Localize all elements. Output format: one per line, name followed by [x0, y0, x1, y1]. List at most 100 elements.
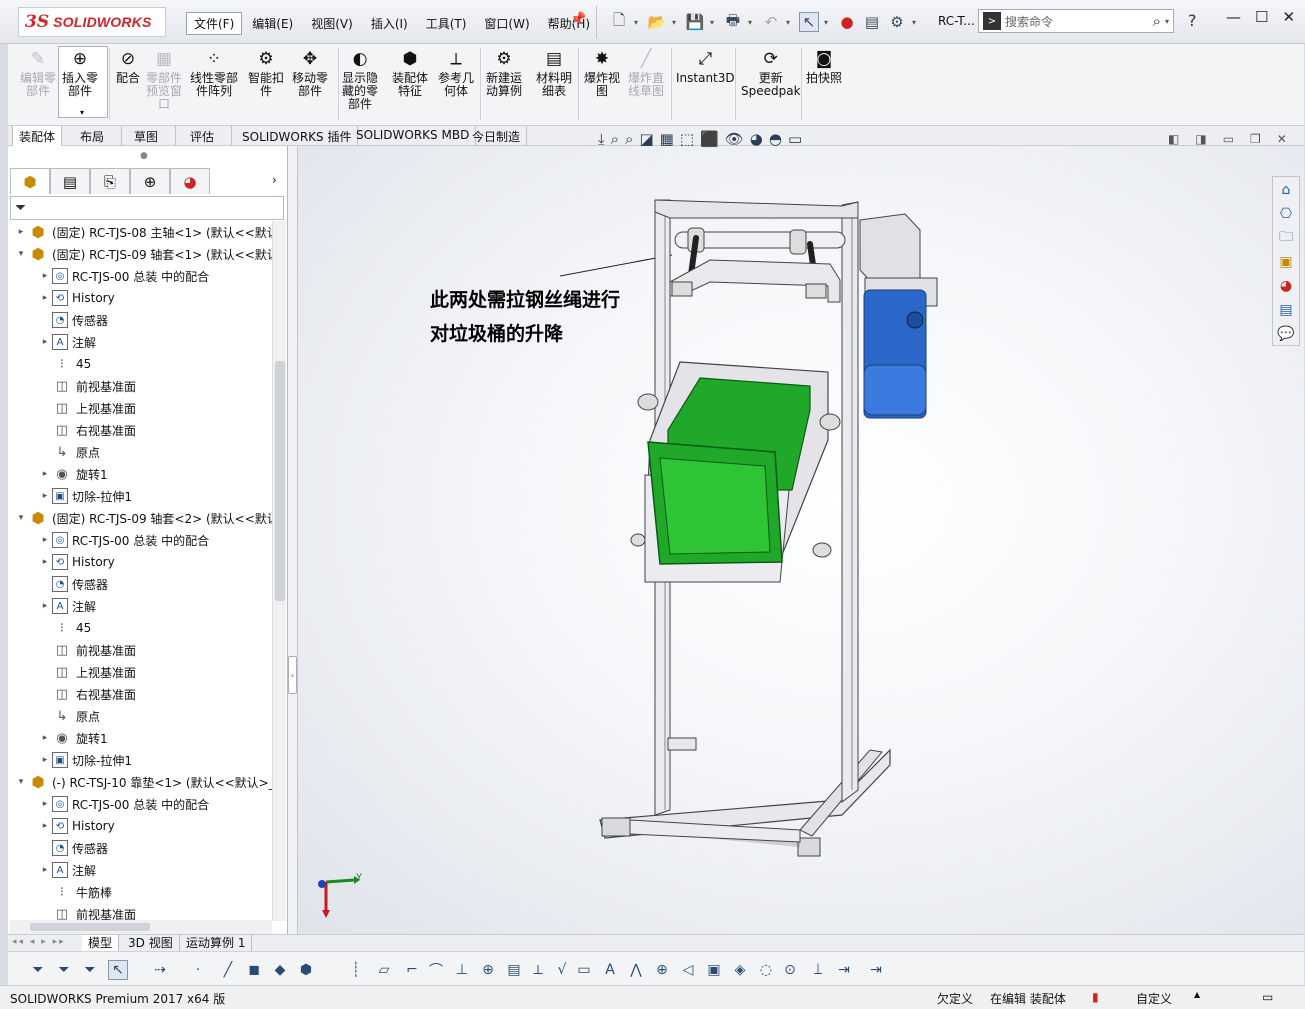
filter-toggle-icon[interactable]: ⏷: [28, 960, 48, 980]
tab-evaluate[interactable]: 评估: [184, 126, 232, 146]
cmd-exploded-view-button[interactable]: ✸ 爆炸视 图: [584, 48, 620, 98]
configurationmanager-tab-icon[interactable]: ⎘: [90, 168, 130, 194]
tree-feature-item[interactable]: ▸ ⟲ History: [38, 287, 115, 309]
search-icon[interactable]: ⌕: [1153, 12, 1161, 30]
file-explorer-icon[interactable]: 🗀: [1275, 227, 1297, 249]
rebuild-traffic-light-icon[interactable]: ●: [837, 12, 857, 32]
expand-toggle-icon[interactable]: ▾: [14, 777, 28, 787]
tree-feature-item[interactable]: ▸ ◎ RC-TJS-00 总装 中的配合: [38, 529, 209, 551]
filter-planes-icon[interactable]: ▱: [374, 960, 394, 980]
filter-surface-bodies-icon[interactable]: ◆: [270, 960, 290, 980]
apply-scene-icon[interactable]: ◓: [769, 130, 782, 148]
cmd-snapshot-button[interactable]: ◙ 拍快照: [806, 48, 842, 85]
search-commands-box[interactable]: > 搜索命令 ⌕ ▾: [978, 9, 1174, 33]
close-icon[interactable]: ✕: [1282, 8, 1295, 26]
maximize-icon[interactable]: ☐: [1255, 8, 1268, 26]
cmd-speedpak-button[interactable]: ⟳ 更新 Speedpak: [741, 48, 801, 98]
expand-toggle-icon[interactable]: ▸: [38, 491, 52, 501]
filter-blocks-icon[interactable]: ▣: [704, 960, 724, 980]
view-palette-icon[interactable]: ▣: [1275, 251, 1297, 273]
tree-feature-item[interactable]: ◫ 上视基准面: [38, 397, 136, 419]
menu-insert[interactable]: 插入(I): [363, 12, 416, 35]
tab-3d-views[interactable]: 3D 视图: [122, 935, 180, 952]
tab-assembly[interactable]: 装配体: [12, 126, 63, 146]
tree-feature-item[interactable]: ▸ ◉ 旋转1: [38, 463, 108, 485]
filter-dimensions-icon[interactable]: ⟂: [528, 960, 548, 980]
filter-datum-targets-icon[interactable]: ⊕: [652, 960, 672, 980]
tree-filter-box[interactable]: ⏷: [10, 196, 284, 220]
select-cursor-icon[interactable]: ↖: [799, 12, 819, 32]
cmd-move-component-button[interactable]: ✥ 移动零 部件: [292, 48, 328, 98]
tree-feature-item[interactable]: ▸ ◎ RC-TJS-00 总装 中的配合: [38, 265, 209, 287]
filter-weld-beads-icon[interactable]: ⊙: [780, 960, 800, 980]
filter-faces-icon[interactable]: ◼: [244, 960, 264, 980]
solidworks-forum-icon[interactable]: 💬: [1275, 323, 1297, 345]
scrollbar-thumb[interactable]: [275, 361, 285, 601]
filter-datum-features-icon[interactable]: ◈: [730, 960, 750, 980]
tab-solidworks-mbd[interactable]: SOLIDWORKS MBD: [350, 126, 477, 146]
tree-feature-item[interactable]: ◫ 前视基准面: [38, 639, 136, 661]
new-dropdown-arrow[interactable]: ▾: [634, 18, 642, 27]
tree-feature-item[interactable]: ↳ 原点: [38, 441, 100, 463]
filter-notes-icon[interactable]: A: [600, 960, 620, 980]
tree-feature-item[interactable]: ◫ 前视基准面: [38, 903, 136, 922]
filter-solid-bodies-icon[interactable]: ⬢: [296, 960, 316, 980]
cmd-smart-fastener-button[interactable]: ⚙ 智能扣 件: [248, 48, 284, 98]
search-mode-icon[interactable]: >: [983, 12, 1001, 30]
cmd-bom-button[interactable]: ▤ 材料明 细表: [536, 48, 572, 98]
tree-feature-item[interactable]: ▸ ◎ RC-TJS-00 总装 中的配合: [38, 793, 209, 815]
disable-filter-icon[interactable]: ⇢: [150, 960, 170, 980]
model-note[interactable]: 此两处需拉钢丝绳进行 对垃圾桶的升降: [430, 283, 620, 351]
viewport-restore-icon[interactable]: ❐: [1250, 132, 1261, 146]
tree-feature-item[interactable]: ▸ ▣ 切除-拉伸1: [38, 749, 132, 771]
featuremanager-tab-icon[interactable]: ⬢: [10, 168, 50, 194]
tree-vertical-scrollbar[interactable]: [272, 221, 286, 921]
expand-toggle-icon[interactable]: ▸: [38, 557, 52, 567]
menu-tools[interactable]: 工具(T): [418, 12, 475, 35]
expand-toggle-icon[interactable]: ▸: [38, 469, 52, 479]
search-dropdown-arrow[interactable]: ▾: [1165, 17, 1173, 26]
tree-feature-item[interactable]: ◫ 上视基准面: [38, 661, 136, 683]
solidworks-logo[interactable]: 3S SOLIDWORKS: [18, 7, 166, 37]
filter-axes-icon[interactable]: ┊: [346, 960, 366, 980]
cmd-instant3d-button[interactable]: ⤢ Instant3D: [676, 48, 735, 85]
print-dropdown-arrow[interactable]: ▾: [748, 18, 756, 27]
expand-toggle-icon[interactable]: ▸: [14, 227, 28, 237]
tooltip-toggle-icon[interactable]: ▭: [1262, 990, 1273, 1004]
previous-view-icon[interactable]: ⌕: [625, 130, 633, 148]
menu-help[interactable]: 帮助(H): [540, 12, 598, 35]
cmd-explode-line-button[interactable]: ╱ 爆炸直 线草图: [628, 48, 664, 98]
undo-dropdown-arrow[interactable]: ▾: [786, 18, 794, 27]
tab-solidworks-addins[interactable]: SOLIDWORKS 插件: [236, 126, 359, 146]
tree-feature-item[interactable]: ⁝ 45: [38, 353, 91, 375]
expand-toggle-icon[interactable]: ▾: [14, 249, 28, 259]
select-cursor-icon[interactable]: ↖: [108, 960, 128, 980]
select-dropdown-arrow[interactable]: ▾: [824, 18, 832, 27]
help-icon[interactable]: ?: [1188, 11, 1197, 30]
tree-component-item[interactable]: ▾ ⬢ (-) RC-TSJ-10 靠垫<1> (默认<<默认>_: [14, 771, 272, 793]
filter-cosmetic-welds-icon[interactable]: ◌: [756, 960, 776, 980]
viewport-next-icon[interactable]: ◨: [1195, 132, 1206, 146]
tree-feature-item[interactable]: ▸ ⟲ History: [38, 815, 115, 837]
tab-sketch[interactable]: 草图: [128, 126, 176, 146]
expand-toggle-icon[interactable]: ▸: [38, 271, 52, 281]
tree-feature-item[interactable]: ◫ 前视基准面: [38, 375, 136, 397]
new-document-icon[interactable]: 🗋: [609, 11, 629, 32]
tree-component-item[interactable]: ▾ ⬢ (固定) RC-TJS-09 轴套<2> (默认<<默认: [14, 507, 272, 529]
tree-feature-item[interactable]: ◔ 传感器: [38, 573, 108, 595]
dimxpert-tab-icon[interactable]: ⊕: [130, 168, 170, 194]
menu-window[interactable]: 窗口(W): [476, 12, 537, 35]
scrollbar-thumb[interactable]: [30, 923, 150, 931]
expand-toggle-icon[interactable]: ▸: [38, 535, 52, 545]
design-library-icon[interactable]: ⎔: [1275, 203, 1297, 225]
tree-component-item[interactable]: ▸ ⬢ (固定) RC-TJS-08 主轴<1> (默认<<默认: [14, 221, 272, 243]
tree-feature-item[interactable]: ▸ ⟲ History: [38, 551, 115, 573]
expand-toggle-icon[interactable]: ▸: [38, 337, 52, 347]
tree-feature-item[interactable]: ⁝ 45: [38, 617, 91, 639]
expand-toggle-icon[interactable]: ▸: [38, 821, 52, 831]
cmd-assembly-feature-button[interactable]: ⬢ 装配体 特征: [392, 48, 428, 98]
filter-connection-points-icon[interactable]: ⇥: [834, 960, 854, 980]
collapse-panel-handle[interactable]: ‹: [288, 656, 297, 694]
cmd-insert-component-button[interactable]: ⊕ 插入零 部件: [62, 48, 98, 98]
tab-model[interactable]: 模型: [82, 935, 120, 952]
